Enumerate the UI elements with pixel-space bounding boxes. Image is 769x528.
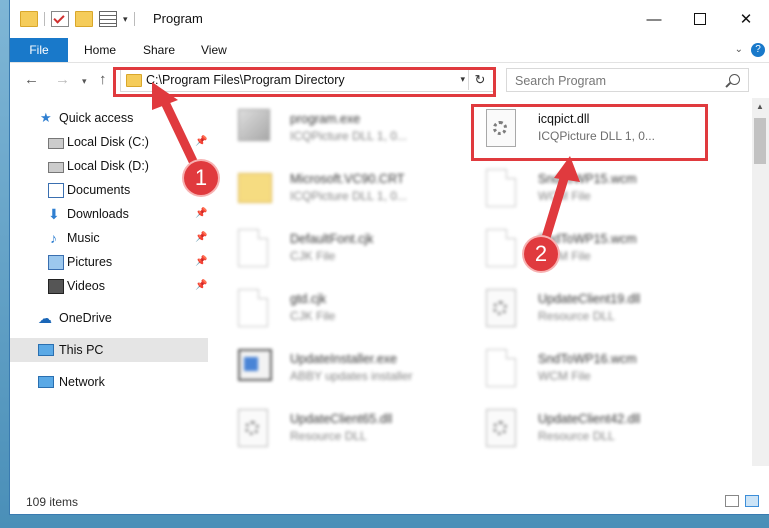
step-2-badge: 2 (524, 237, 558, 271)
annotation-arrows (152, 82, 580, 259)
step-1-badge: 1 (184, 161, 218, 195)
